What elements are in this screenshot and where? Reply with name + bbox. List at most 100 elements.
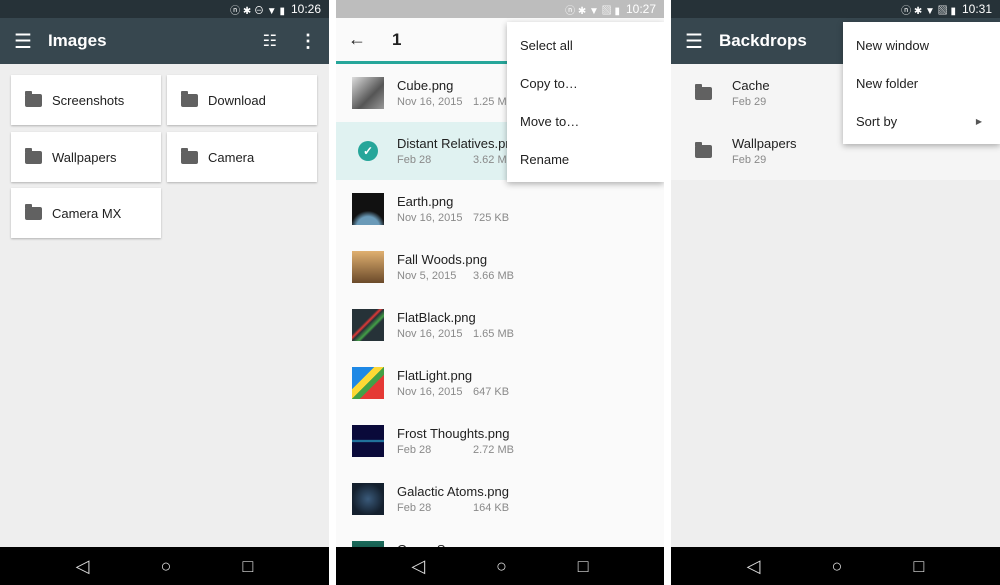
menu-item-sort-by[interactable]: Sort by ▶ <box>843 102 1000 140</box>
file-size: 647 KB <box>473 386 510 398</box>
recents-nav-icon[interactable]: □ <box>578 556 589 577</box>
status-icons: ⓝ ✱ ▼ ▧ ▮ <box>565 5 620 17</box>
file-size: 3.66 MB <box>473 270 514 282</box>
file-name: FlatLight.png <box>397 368 473 383</box>
back-nav-icon[interactable]: ◁ <box>747 556 761 577</box>
file-row[interactable]: FlatLight.png Nov 16, 2015 647 KB <box>336 354 664 412</box>
file-size: 725 KB <box>473 212 510 224</box>
status-time: 10:27 <box>625 2 656 16</box>
file-date: Feb 28 <box>397 154 432 166</box>
file-meta: Feb 28 2.72 MB <box>397 444 514 456</box>
folder-icon <box>25 90 42 107</box>
file-date: Nov 16, 2015 <box>397 328 463 340</box>
navigation-bar: ◁ ○ □ <box>0 547 329 585</box>
file-name: Fall Woods.png <box>397 252 488 267</box>
overflow-menu: Select all Copy to… Move to… Rename <box>507 22 664 182</box>
file-meta: Nov 5, 2015 3.66 MB <box>397 270 514 282</box>
folder-screenshots[interactable]: Screenshots <box>11 75 161 125</box>
file-name: Cube.png <box>397 78 454 93</box>
folder-icon <box>25 203 42 220</box>
image-thumbnail <box>352 309 384 341</box>
folder-wallpapers[interactable]: Wallpapers <box>11 132 161 182</box>
back-arrow-icon[interactable]: ← <box>348 29 366 50</box>
back-nav-icon[interactable]: ◁ <box>411 556 425 577</box>
folder-camera-mx[interactable]: Camera MX <box>11 188 161 238</box>
folder-label: Camera MX <box>52 205 122 221</box>
menu-item-copy-to[interactable]: Copy to… <box>507 64 664 102</box>
file-date: Nov 16, 2015 <box>397 212 463 224</box>
menu-item-select-all[interactable]: Select all <box>507 26 664 64</box>
file-row[interactable]: Green Screen.png <box>336 528 664 547</box>
menu-icon[interactable]: ☰ <box>14 29 32 54</box>
folder-download[interactable]: Download <box>167 75 317 125</box>
status-icons: ⓝ ✱ ▼ ▧ ▮ <box>901 5 956 17</box>
check-circle-icon: ✓ <box>352 135 384 167</box>
file-name: Distant Relatives.png <box>397 136 520 151</box>
file-size: 2.72 MB <box>473 444 514 456</box>
file-meta: Nov 16, 2015 647 KB <box>397 386 509 398</box>
file-date: Feb 28 <box>397 444 432 456</box>
file-name: Earth.png <box>397 194 454 209</box>
selection-count: 1 <box>392 29 402 49</box>
page-title: Images <box>47 31 107 50</box>
image-thumbnail <box>352 483 384 515</box>
folder-date: Feb 29 <box>732 96 767 108</box>
home-nav-icon[interactable]: ○ <box>496 556 507 577</box>
file-size: 164 KB <box>473 502 510 514</box>
status-icons: ⓝ ✱ ⊖ ▼ ▮ <box>230 5 285 17</box>
screen-selection: ⓝ ✱ ▼ ▧ ▮ 10:27 ← 1 Cube.png Nov 16, 2015… <box>336 0 664 585</box>
home-nav-icon[interactable]: ○ <box>161 556 172 577</box>
file-meta: Feb 28 164 KB <box>397 502 509 514</box>
menu-item-new-folder[interactable]: New folder <box>843 64 1000 102</box>
folder-label: Wallpapers <box>52 149 117 165</box>
file-row[interactable]: Earth.png Nov 16, 2015 725 KB <box>336 180 664 238</box>
home-nav-icon[interactable]: ○ <box>832 556 843 577</box>
image-thumbnail <box>352 77 384 109</box>
status-time: 10:31 <box>961 2 992 16</box>
file-row[interactable]: Frost Thoughts.png Feb 28 2.72 MB <box>336 412 664 470</box>
navigation-bar: ◁ ○ □ <box>671 547 1000 585</box>
screen-backdrops: ⓝ ✱ ▼ ▧ ▮ 10:31 ☰ Backdrops Cache Feb 29 … <box>671 0 1000 585</box>
file-row[interactable]: Galactic Atoms.png Feb 28 164 KB <box>336 470 664 528</box>
file-size: 1.65 MB <box>473 328 514 340</box>
status-bar: ⓝ ✱ ▼ ▧ ▮ 10:27 <box>336 0 664 18</box>
file-row[interactable]: Fall Woods.png Nov 5, 2015 3.66 MB <box>336 238 664 296</box>
status-time: 10:26 <box>290 2 321 16</box>
image-thumbnail <box>352 193 384 225</box>
folder-name: Wallpapers <box>732 136 797 151</box>
status-bar: ⓝ ✱ ▼ ▧ ▮ 10:31 <box>671 0 1000 18</box>
overflow-menu: New window New folder Sort by ▶ <box>843 22 1000 144</box>
menu-icon[interactable]: ☰ <box>685 29 703 54</box>
list-view-icon[interactable]: ☷ <box>263 31 277 51</box>
file-meta: Nov 16, 2015 1.25 MB <box>397 96 514 108</box>
toolbar: ☰ Images ☷ ⋮ <box>0 18 329 64</box>
file-date: Nov 16, 2015 <box>397 96 463 108</box>
image-thumbnail <box>352 251 384 283</box>
recents-nav-icon[interactable]: □ <box>243 556 254 577</box>
file-name: FlatBlack.png <box>397 310 476 325</box>
folder-name: Cache <box>732 78 770 93</box>
folder-icon <box>25 147 42 164</box>
more-options-icon[interactable]: ⋮ <box>299 31 317 52</box>
status-bar: ⓝ ✱ ⊖ ▼ ▮ 10:26 <box>0 0 329 18</box>
screen-images: ⓝ ✱ ⊖ ▼ ▮ 10:26 ☰ Images ☷ ⋮ Screenshots… <box>0 0 329 585</box>
file-date: Nov 5, 2015 <box>397 270 457 282</box>
image-thumbnail <box>352 367 384 399</box>
file-name: Frost Thoughts.png <box>397 426 510 441</box>
folder-label: Screenshots <box>52 92 125 108</box>
recents-nav-icon[interactable]: □ <box>914 556 925 577</box>
folder-icon <box>695 141 712 158</box>
menu-item-new-window[interactable]: New window <box>843 26 1000 64</box>
folder-label: Download <box>208 92 266 108</box>
back-nav-icon[interactable]: ◁ <box>76 556 90 577</box>
page-title: Backdrops <box>718 31 807 50</box>
folder-camera[interactable]: Camera <box>167 132 317 182</box>
image-thumbnail <box>352 425 384 457</box>
file-name: Galactic Atoms.png <box>397 484 509 499</box>
navigation-bar: ◁ ○ □ <box>336 547 664 585</box>
menu-item-move-to[interactable]: Move to… <box>507 102 664 140</box>
menu-item-rename[interactable]: Rename <box>507 140 664 178</box>
file-date: Feb 28 <box>397 502 432 514</box>
sort-by-label: Sort by <box>856 113 898 129</box>
file-row[interactable]: FlatBlack.png Nov 16, 2015 1.65 MB <box>336 296 664 354</box>
